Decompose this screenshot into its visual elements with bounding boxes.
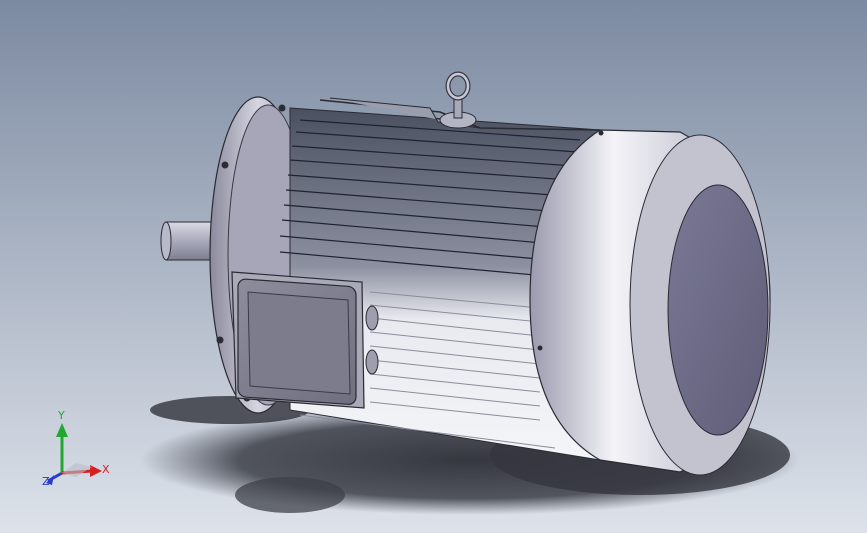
triad-z-label: Z (42, 475, 50, 488)
model-scene[interactable]: Y X Z (0, 0, 867, 533)
triad-y-label: Y (57, 409, 65, 422)
graphics-viewport[interactable]: Y X Z (0, 0, 867, 533)
terminal-box[interactable] (231, 271, 365, 409)
fan-cover[interactable] (529, 129, 771, 476)
triad-x-label: X (102, 463, 110, 476)
